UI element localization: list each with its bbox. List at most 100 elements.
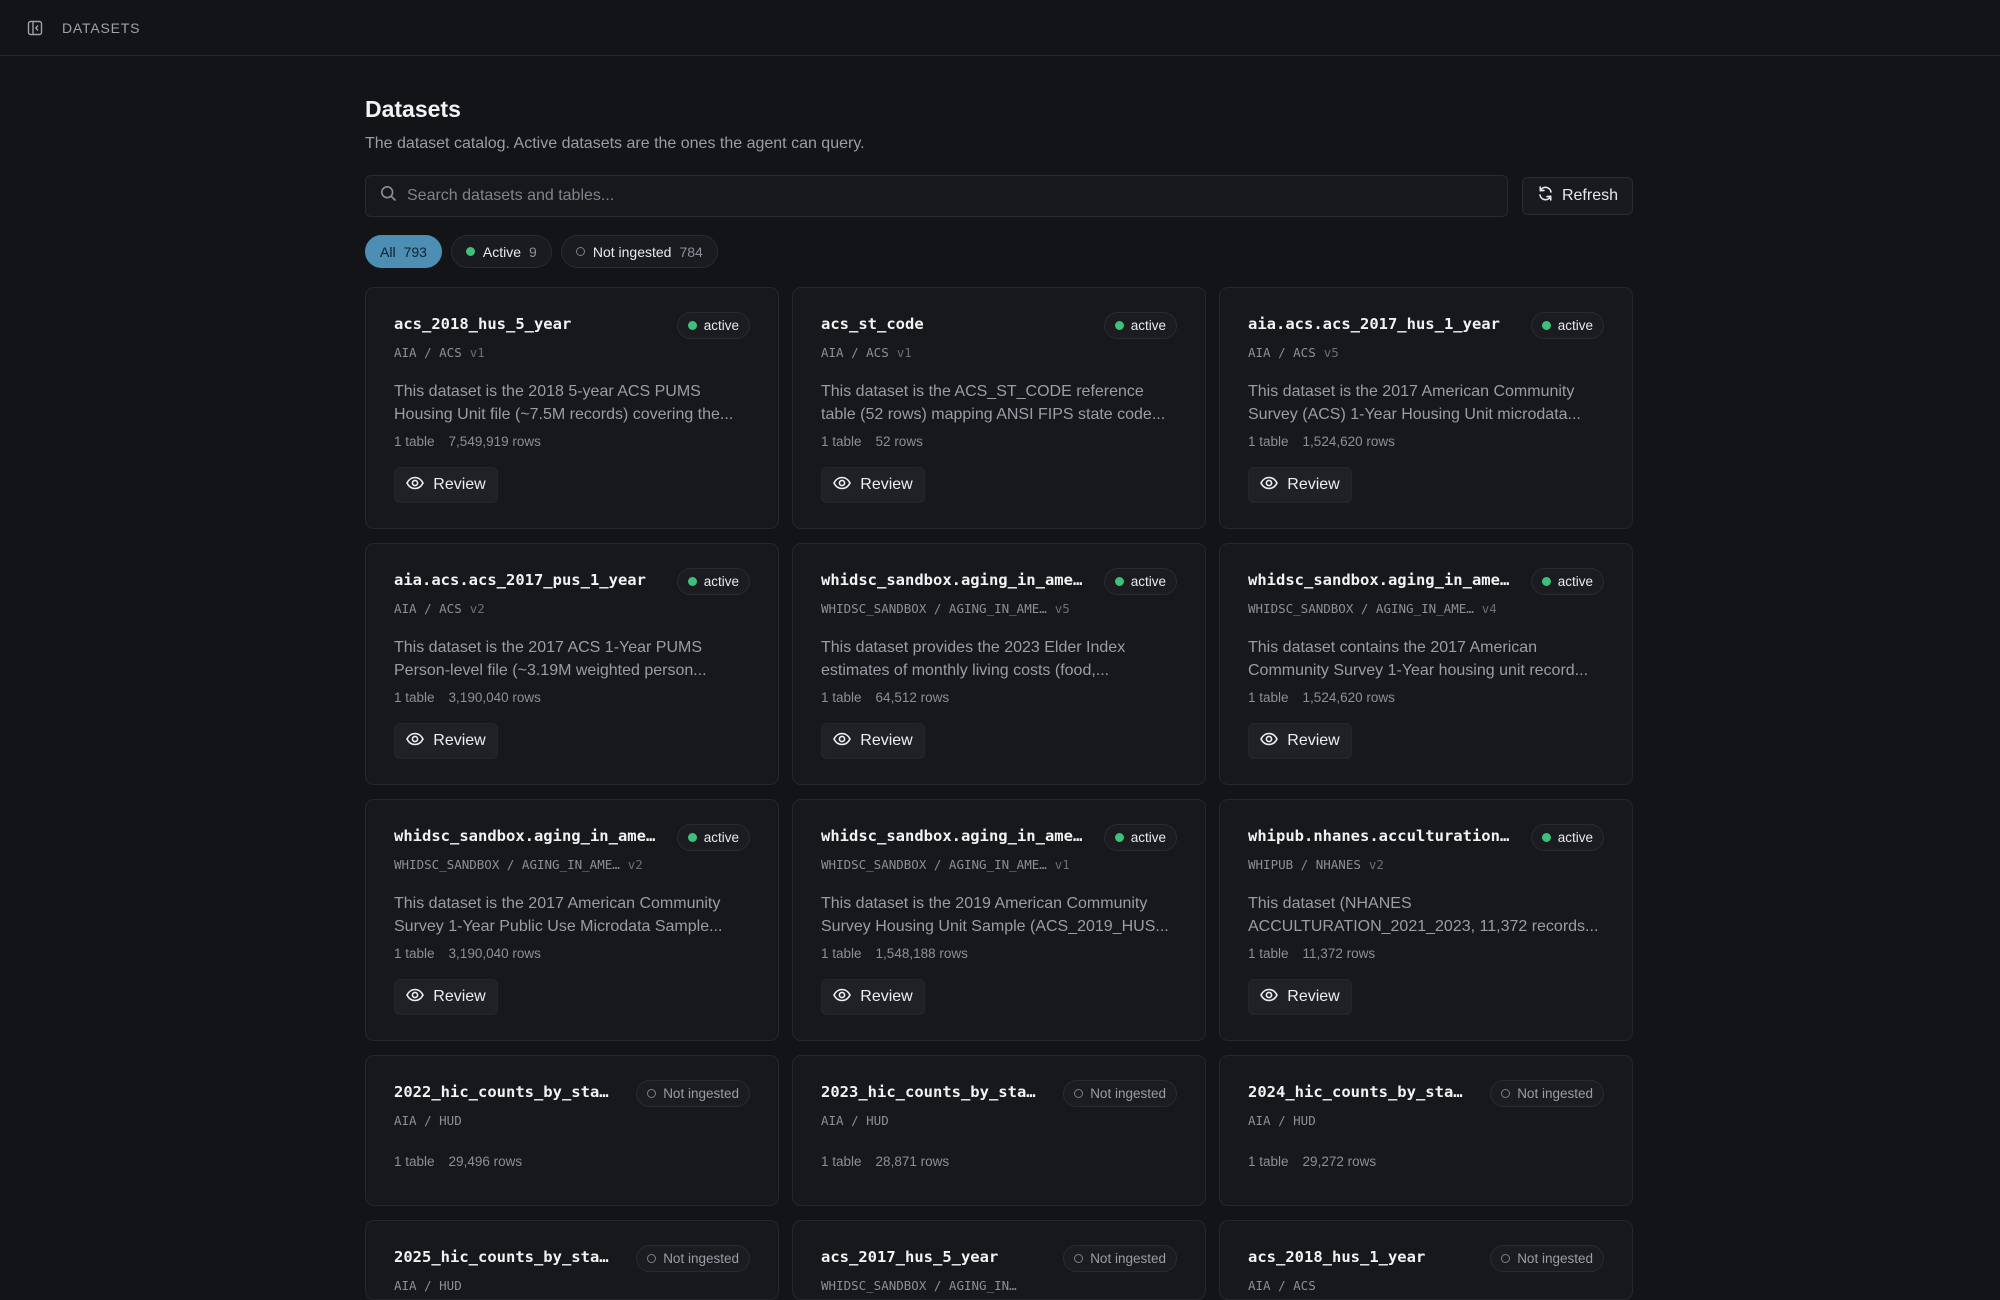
- active-dot-icon: [687, 321, 697, 330]
- path-text: WHIDSC_SANDBOX / AGING_IN_AME…: [821, 857, 1047, 872]
- review-button[interactable]: Review: [394, 979, 498, 1015]
- status-label: Not ingested: [663, 1086, 739, 1101]
- dataset-meta: 1 table 11,372 rows: [1248, 946, 1604, 961]
- refresh-label: Refresh: [1561, 187, 1618, 204]
- active-dot-icon: [687, 833, 697, 842]
- path-text: AIA / HUD: [1248, 1113, 1316, 1128]
- dataset-card[interactable]: whipub.nhanes.acculturation… active WHIP…: [1219, 799, 1633, 1041]
- review-button[interactable]: Review: [1248, 723, 1352, 759]
- table-count: 1 table: [394, 434, 435, 449]
- status-badge: active: [1103, 824, 1177, 851]
- table-count: 1 table: [821, 690, 862, 705]
- sidebar-toggle-icon[interactable]: [26, 19, 44, 37]
- dataset-card[interactable]: aia.acs.acs_2017_hus_1_year active AIA /…: [1219, 287, 1633, 529]
- status-label: Not ingested: [663, 1251, 739, 1266]
- eye-icon: [833, 988, 852, 1007]
- status-badge: Not ingested: [636, 1245, 750, 1272]
- dataset-meta: 1 table 1,524,620 rows: [1248, 690, 1604, 705]
- description-line: Housing Unit file (~7.5M records) coveri…: [394, 406, 734, 423]
- dataset-path: WHIDSC_SANDBOX / AGING_IN_AME… v2: [394, 857, 750, 872]
- table-count: 1 table: [821, 946, 862, 961]
- table-count: 1 table: [394, 690, 435, 705]
- inactive-dot-icon: [1074, 1254, 1084, 1263]
- dataset-card[interactable]: acs_2018_hus_1_year Not ingested AIA / A…: [1219, 1220, 1633, 1300]
- path-text: AIA / HUD: [394, 1113, 462, 1128]
- dataset-meta: 1 table 1,548,188 rows: [821, 946, 1177, 961]
- dataset-name: 2023_hic_counts_by_sta…: [821, 1083, 1036, 1101]
- version-label: v5: [1054, 601, 1070, 616]
- path-text: AIA / ACS: [821, 345, 889, 360]
- dataset-card[interactable]: acs_st_code active AIA / ACS v1 This data…: [792, 287, 1206, 529]
- version-label: v1: [896, 345, 912, 360]
- eye-icon: [406, 732, 425, 751]
- status-badge: Not ingested: [636, 1080, 750, 1107]
- dataset-description: This dataset is the 2017 American Commun…: [394, 892, 750, 938]
- dataset-name: acs_2017_hus_5_year: [821, 1248, 999, 1266]
- review-button[interactable]: Review: [1248, 467, 1352, 503]
- dataset-description: This dataset (NHANES ACCULTURATION_2021_…: [1248, 892, 1604, 938]
- path-text: WHIPUB / NHANES: [1248, 857, 1361, 872]
- row-count: 11,372 rows: [1302, 946, 1376, 961]
- version-label: v5: [1323, 345, 1339, 360]
- dataset-description: This dataset is the 2017 ACS 1-Year PUMS…: [394, 636, 750, 682]
- search-row: Refresh: [365, 175, 1633, 217]
- status-badge: active: [1103, 312, 1177, 339]
- dataset-description: This dataset is the 2017 American Commun…: [1248, 380, 1604, 426]
- table-count: 1 table: [821, 434, 862, 449]
- description-line: Community Survey 1-Year housing unit rec…: [1248, 662, 1589, 679]
- breadcrumb: DATASETS: [62, 19, 141, 36]
- review-button[interactable]: Review: [394, 723, 498, 759]
- dataset-card[interactable]: acs_2017_hus_5_year Not ingested WHIDSC_…: [792, 1220, 1206, 1300]
- status-label: active: [1557, 574, 1593, 589]
- review-button[interactable]: Review: [821, 467, 925, 503]
- version-label: v2: [469, 601, 485, 616]
- review-button[interactable]: Review: [821, 979, 925, 1015]
- filter-active[interactable]: Active 9: [450, 235, 552, 268]
- inactive-dot-icon: [1074, 1089, 1084, 1098]
- dataset-card[interactable]: whidsc_sandbox.aging_in_ame… active WHID…: [1219, 543, 1633, 785]
- description-line: This dataset is the 2017 ACS 1-Year PUMS: [394, 639, 703, 656]
- description-line: This dataset is the 2018 5-year ACS PUMS: [394, 383, 701, 400]
- search-box[interactable]: [365, 175, 1508, 217]
- search-input[interactable]: [407, 187, 1507, 205]
- dataset-card[interactable]: 2023_hic_counts_by_sta… Not ingested AIA…: [792, 1055, 1206, 1206]
- table-count: 1 table: [394, 1154, 435, 1169]
- dataset-card[interactable]: acs_2018_hus_5_year active AIA / ACS v1 T…: [365, 287, 779, 529]
- dataset-path: AIA / ACS v1: [821, 345, 1177, 360]
- dataset-name: 2022_hic_counts_by_sta…: [394, 1083, 609, 1101]
- status-label: Not ingested: [1090, 1086, 1166, 1101]
- refresh-button[interactable]: Refresh: [1521, 177, 1633, 215]
- dataset-card[interactable]: 2025_hic_counts_by_sta… Not ingested AIA…: [365, 1220, 779, 1300]
- review-button[interactable]: Review: [1248, 979, 1352, 1015]
- dataset-card[interactable]: 2022_hic_counts_by_sta… Not ingested AIA…: [365, 1055, 779, 1206]
- path-text: AIA / HUD: [821, 1113, 889, 1128]
- row-count: 52 rows: [875, 434, 923, 449]
- dataset-card[interactable]: aia.acs.acs_2017_pus_1_year active AIA /…: [365, 543, 779, 785]
- dataset-name: 2025_hic_counts_by_sta…: [394, 1248, 609, 1266]
- dataset-card[interactable]: whidsc_sandbox.aging_in_ame… active WHID…: [365, 799, 779, 1041]
- dataset-path: WHIDSC_SANDBOX / AGING_IN_AME… v4: [1248, 601, 1604, 616]
- dataset-meta: 1 table 64,512 rows: [821, 690, 1177, 705]
- dataset-card[interactable]: whidsc_sandbox.aging_in_ame… active WHID…: [792, 543, 1206, 785]
- review-label: Review: [1287, 476, 1340, 493]
- status-label: active: [703, 318, 739, 333]
- dataset-card[interactable]: 2024_hic_counts_by_sta… Not ingested AIA…: [1219, 1055, 1633, 1206]
- review-button[interactable]: Review: [821, 723, 925, 759]
- status-badge: active: [676, 568, 750, 595]
- dataset-card[interactable]: whidsc_sandbox.aging_in_ame… active WHID…: [792, 799, 1206, 1041]
- status-label: active: [1557, 318, 1593, 333]
- description-line: estimates of monthly living costs (food,…: [821, 662, 1110, 679]
- description-line: ACCULTURATION_2021_2023, 11,372 records.…: [1248, 918, 1599, 935]
- filter-all[interactable]: All 793: [365, 235, 442, 268]
- path-text: AIA / ACS: [394, 601, 462, 616]
- filter-not-ingested[interactable]: Not ingested 784: [560, 235, 718, 268]
- status-label: active: [1130, 574, 1166, 589]
- filter-count: 793: [403, 243, 427, 260]
- dataset-meta: 1 table 7,549,919 rows: [394, 434, 750, 449]
- dataset-name: acs_st_code: [821, 315, 924, 333]
- description-line: Survey Housing Unit Sample (ACS_2019_HUS…: [821, 918, 1169, 935]
- search-icon: [380, 185, 397, 207]
- review-button[interactable]: Review: [394, 467, 498, 503]
- dataset-name: whidsc_sandbox.aging_in_ame…: [1248, 571, 1510, 589]
- review-label: Review: [860, 988, 913, 1005]
